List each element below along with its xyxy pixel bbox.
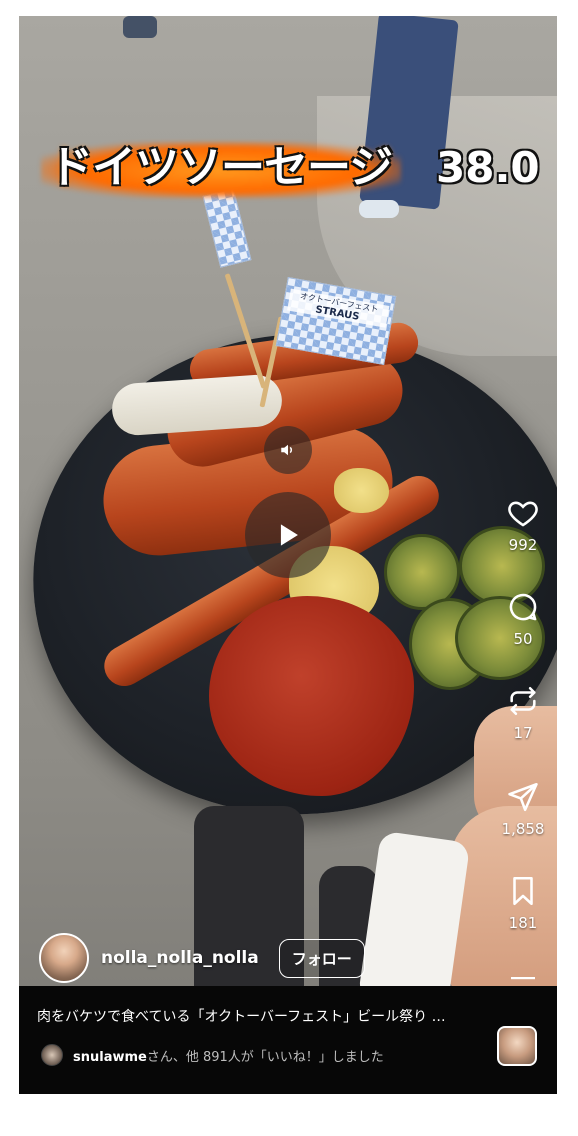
username[interactable]: nolla_nolla_nolla: [101, 948, 259, 968]
likes-text: snulawmeさん、他 891人が「いいね！」しました: [73, 1046, 384, 1065]
more-icon: [511, 977, 535, 980]
reel-video[interactable]: オクトーバーフェスト STRAUS ドイツソーセージ 38.0 992 50 1…: [19, 16, 557, 1094]
likes-suffix: さん、他 891人が「いいね！」しました: [146, 1049, 384, 1065]
repost-icon: [510, 686, 536, 716]
background-person-legs-far: [123, 16, 157, 38]
headline-title: ドイツソーセージ: [49, 142, 393, 193]
repost-action[interactable]: 17: [493, 684, 553, 742]
comment-count: 50: [513, 630, 533, 648]
more-action[interactable]: [493, 974, 553, 984]
like-count: 992: [508, 536, 538, 554]
comment-action[interactable]: 50: [493, 590, 553, 648]
send-icon: [508, 782, 538, 812]
save-action[interactable]: 181: [493, 874, 553, 932]
play-button[interactable]: [245, 492, 331, 578]
speaker-icon: [281, 444, 293, 456]
share-count: 1,858: [501, 820, 545, 838]
share-action[interactable]: 1,858: [493, 780, 553, 838]
repost-count: 17: [513, 724, 533, 742]
caption-bar: 肉をバケツで食べている「オクトーバーフェスト」ビール祭り … snulawmeさ…: [19, 986, 557, 1094]
comment-icon: [509, 593, 537, 621]
bookmark-icon: [513, 876, 533, 906]
mute-button[interactable]: [264, 426, 312, 474]
save-count: 181: [508, 914, 538, 932]
mashed-potato: [334, 468, 389, 513]
author-row: nolla_nolla_nolla フォロー: [39, 932, 365, 984]
flag-label: オクトーバーフェスト STRAUS: [287, 288, 390, 328]
headline-price: 38.0: [436, 143, 540, 192]
heart-icon: [508, 501, 538, 527]
follow-button[interactable]: フォロー: [278, 938, 365, 978]
like-action[interactable]: 992: [493, 496, 553, 554]
play-icon: [280, 524, 298, 546]
video-headline: ドイツソーセージ 38.0: [41, 134, 541, 208]
audio-thumbnail[interactable]: [497, 1026, 537, 1066]
avatar[interactable]: [39, 933, 89, 983]
likes-summary[interactable]: snulawmeさん、他 891人が「いいね！」しました: [41, 1044, 384, 1066]
liker-avatar: [41, 1044, 63, 1066]
post-caption[interactable]: 肉をバケツで食べている「オクトーバーフェスト」ビール祭り …: [37, 1006, 497, 1026]
liker-name: snulawme: [73, 1049, 147, 1065]
